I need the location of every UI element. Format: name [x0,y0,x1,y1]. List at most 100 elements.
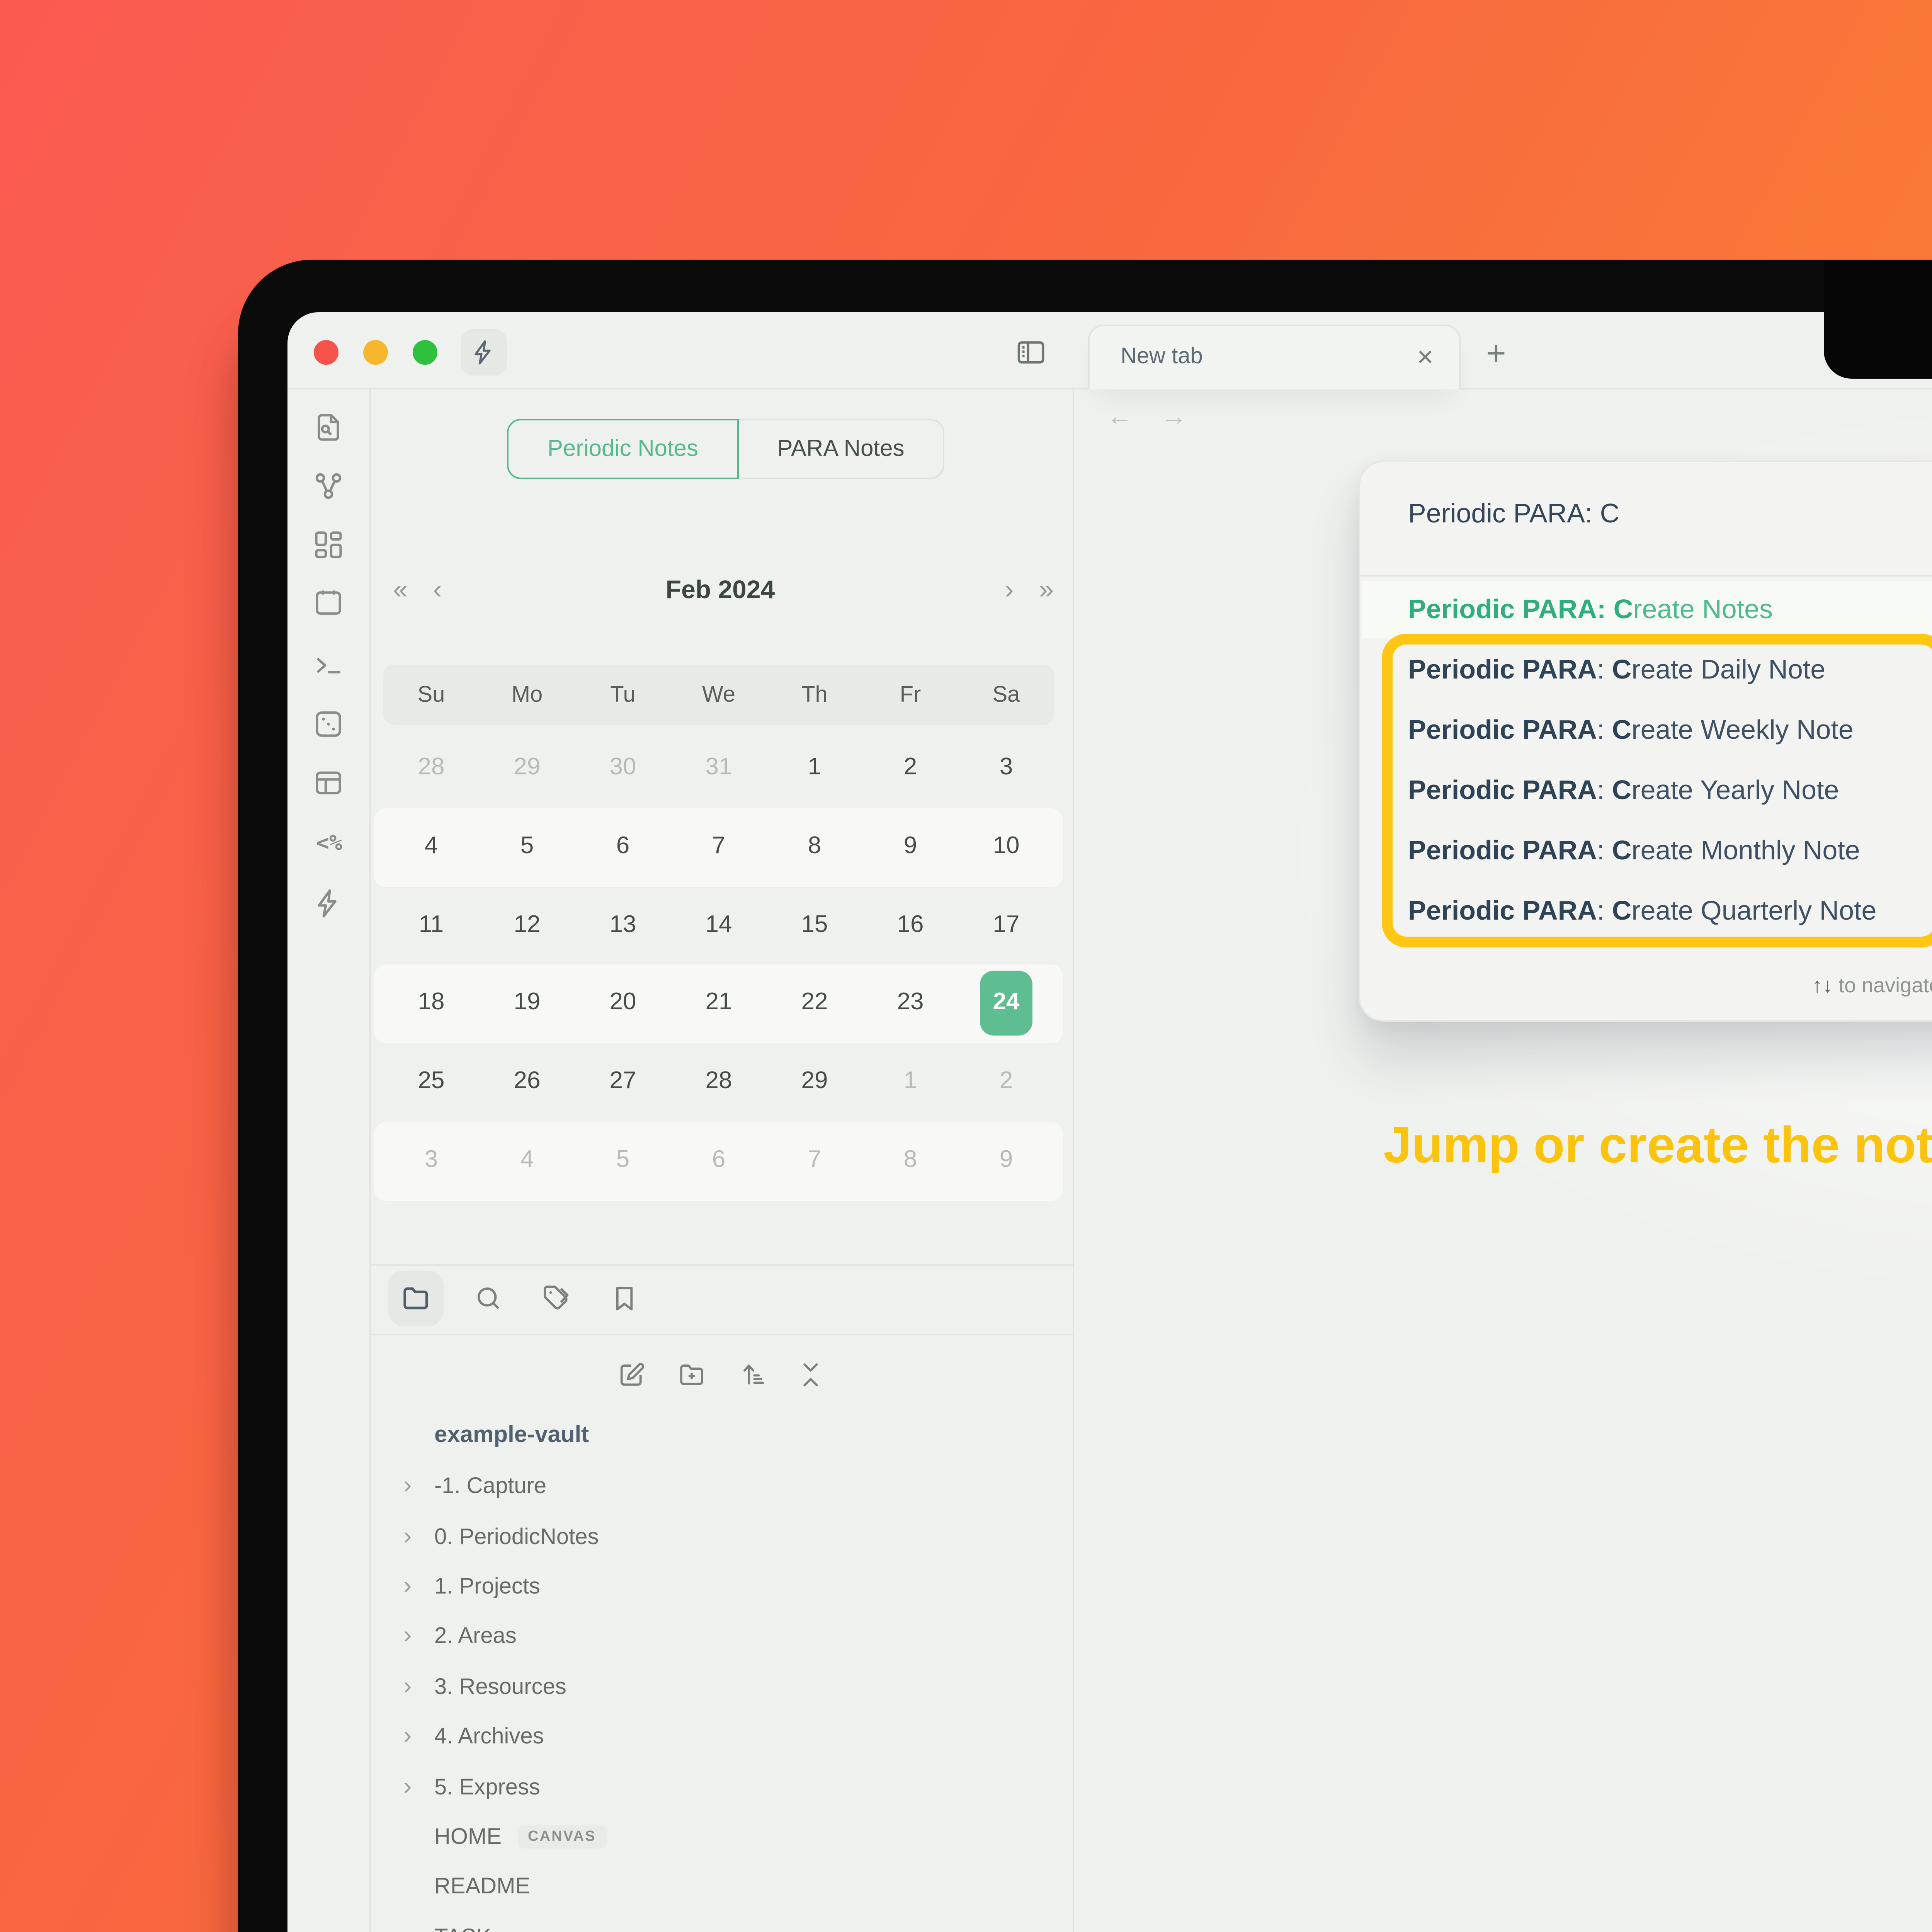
search-icon[interactable] [472,1283,503,1314]
new-tab-button[interactable]: + [1478,318,1515,389]
calendar-day[interactable]: 8 [862,1121,958,1200]
calendar-day[interactable]: 5 [479,808,575,886]
editor-tab[interactable]: New tab ✕ [1088,325,1461,389]
file-search-icon[interactable] [312,411,345,444]
sort-ascending-icon[interactable] [736,1360,766,1389]
tab-para-notes[interactable]: PARA Notes [739,419,944,479]
calendar-day[interactable]: 19 [479,964,575,1043]
calendar-day[interactable]: 10 [958,808,1054,886]
calendar-day[interactable]: 2 [958,1043,1054,1121]
calendar-day[interactable]: 3 [383,1121,479,1200]
new-folder-icon[interactable] [676,1360,706,1389]
calendar-day[interactable]: 6 [575,808,671,886]
calendar-day[interactable]: 1 [862,1043,958,1121]
calendar-day[interactable]: 16 [862,886,958,965]
next-year-button[interactable]: » [1039,564,1054,617]
calendar-day[interactable]: 17 [958,886,1054,965]
new-note-icon[interactable] [616,1360,645,1389]
calendar-day[interactable]: 6 [671,1121,767,1200]
calendar-day[interactable]: 9 [958,1121,1054,1200]
weekday-label: Sa [958,665,1054,725]
calendar-day[interactable]: 12 [479,886,575,965]
tree-item[interactable]: › 3. Resources [369,1662,1073,1713]
palette-command[interactable]: Periodic PARA: Create Monthly Note [1362,821,1932,881]
tree-item[interactable]: › 1. Projects [369,1562,1073,1612]
calendar-day[interactable]: 29 [479,730,575,808]
graph-icon[interactable] [312,470,345,502]
calendar-day[interactable]: 15 [767,886,862,965]
tree-item[interactable]: › -1. Capture [369,1462,1073,1512]
back-icon[interactable]: ← [1107,402,1133,433]
calendar-day[interactable]: 21 [671,964,767,1043]
calendar-day[interactable]: 14 [671,886,767,965]
palette-command[interactable]: Periodic PARA: Create Yearly Note [1362,760,1932,821]
divider [369,1264,1074,1266]
rest-text: reate Notes [1633,594,1773,624]
zap-ribbon-icon[interactable] [312,887,345,920]
zap-icon[interactable] [461,329,507,376]
tree-item[interactable]: README [369,1863,1073,1913]
close-icon[interactable]: ✕ [1416,326,1434,388]
calendar-day[interactable]: 4 [383,808,479,886]
calendar-day[interactable]: 1 [767,730,862,808]
dice-icon[interactable] [312,708,345,740]
calendar-day[interactable]: 9 [862,808,958,886]
layout-sidebar-toggle-icon[interactable] [1014,335,1048,369]
calendar-day[interactable]: 8 [767,808,862,886]
previous-month-button[interactable]: ‹ [433,564,442,617]
zoom-window-button[interactable] [413,340,437,365]
palette-search-input[interactable]: Periodic PARA: C [1408,487,1932,539]
calendar-day[interactable]: 28 [383,730,479,808]
tree-item[interactable]: › 4. Archives [369,1713,1073,1763]
tree-item[interactable]: › 5. Express [369,1762,1073,1813]
calendar-day[interactable]: 26 [479,1043,575,1121]
tree-item[interactable]: HOME CANVAS [369,1813,1073,1863]
terminal-icon[interactable] [312,649,345,682]
folder-icon[interactable] [388,1270,444,1326]
next-month-button[interactable]: › [1005,564,1014,617]
palette-command[interactable]: Periodic PARA: Create Weekly Note [1362,700,1932,760]
month-title[interactable]: Feb 2024 [666,564,775,617]
calendar-day[interactable]: 27 [575,1043,671,1121]
calendar-day[interactable]: 3 [958,730,1054,808]
calendar-day[interactable]: 5 [575,1121,671,1200]
calendar-day[interactable]: 22 [767,964,862,1043]
calendar-day[interactable]: 28 [671,1043,767,1121]
calendar-day[interactable]: 13 [575,886,671,965]
minimize-window-button[interactable] [363,340,388,365]
calendar-day[interactable]: 11 [383,886,479,965]
tree-item-label: 1. Projects [434,1575,540,1600]
palette-command[interactable]: Periodic PARA: Create Daily Note [1362,640,1932,700]
tree-item[interactable]: › 2. Areas [369,1612,1073,1663]
layout-dashboard-icon[interactable] [312,529,345,561]
template-percent-icon[interactable]: <% [303,832,355,856]
vault-root[interactable]: example-vault [369,1411,1073,1461]
calendar-day[interactable]: 20 [575,964,671,1043]
match-text: C [1614,594,1633,624]
palette-selected-command[interactable]: Periodic PARA: Create Notes [1362,581,1932,638]
calendar-day[interactable]: 25 [383,1043,479,1121]
tags-icon[interactable] [540,1283,571,1314]
tab-periodic-notes[interactable]: Periodic Notes [507,419,739,479]
calendar-day[interactable]: 30 [575,730,671,808]
close-window-button[interactable] [314,340,338,365]
calendar-day[interactable]: 29 [767,1043,862,1121]
forward-icon[interactable]: → [1161,402,1187,433]
calendar-day[interactable]: 24 [958,964,1054,1043]
palette-command[interactable]: Periodic PARA: Create Quarterly Note [1362,881,1932,941]
collapse-icon[interactable] [795,1360,825,1389]
tree-item[interactable]: TASK [369,1913,1073,1932]
calendar-day[interactable]: 18 [383,964,479,1043]
tree-item[interactable]: › 0. PeriodicNotes [369,1512,1073,1563]
previous-year-button[interactable]: « [393,564,408,617]
calendar-icon[interactable] [312,586,345,618]
calendar-day[interactable]: 2 [862,730,958,808]
calendar-day[interactable]: 31 [671,730,767,808]
calendar-day[interactable]: 23 [862,964,958,1043]
calendar-day[interactable]: 4 [479,1121,575,1200]
chevron-right-icon: › [403,1675,412,1700]
calendar-day[interactable]: 7 [767,1121,862,1200]
layout-panel-icon[interactable] [312,767,345,799]
bookmark-icon[interactable] [608,1283,639,1314]
calendar-day[interactable]: 7 [671,808,767,886]
